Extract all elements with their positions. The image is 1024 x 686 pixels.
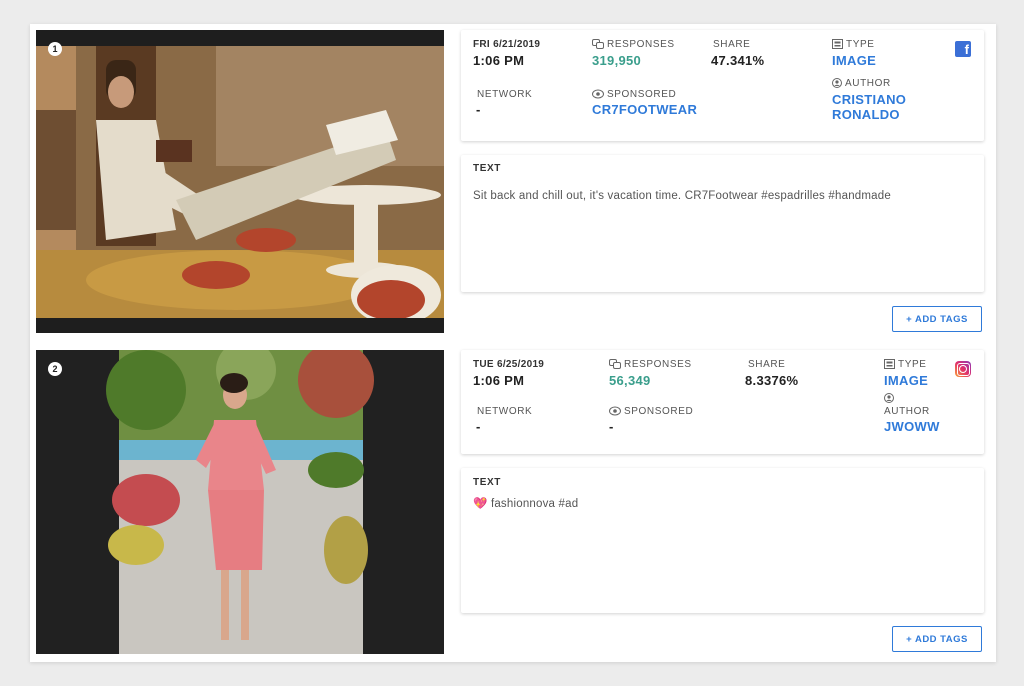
type-label: TYPE — [832, 39, 875, 50]
type-label: TYPE — [884, 359, 927, 370]
add-tags-button[interactable]: + ADD TAGS — [892, 306, 982, 332]
add-tags-button[interactable]: + ADD TAGS — [892, 626, 982, 652]
post-image[interactable]: 2 — [36, 350, 444, 654]
post-stats-card: FRI 6/21/2019 1:06 PM RESPONSES 319,950 … — [461, 30, 984, 141]
heart-emoji: 💖 — [473, 498, 488, 510]
image-type-icon — [884, 359, 895, 369]
author-icon — [884, 393, 894, 403]
author-label: AUTHOR — [884, 406, 930, 417]
post-photo — [36, 30, 444, 333]
author-value-line1[interactable]: JWOWW — [884, 419, 940, 434]
responses-value: 319,950 — [592, 53, 642, 68]
text-label: TEXT — [473, 477, 501, 488]
network-value: - — [476, 102, 481, 117]
post-time: 1:06 PM — [473, 53, 525, 68]
author-value-line2[interactable]: RONALDO — [832, 107, 900, 122]
share-value: 8.3376% — [745, 373, 799, 388]
post-date: TUE 6/25/2019 — [473, 359, 545, 370]
post-text-card: TEXT Sit back and chill out, it's vacati… — [461, 155, 984, 292]
sponsored-label: SPONSORED — [592, 89, 676, 100]
network-value: - — [476, 419, 481, 434]
responses-icon — [592, 39, 604, 49]
post-stats-card: TUE 6/25/2019 1:06 PM RESPONSES 56,349 S… — [461, 350, 984, 454]
post-date: FRI 6/21/2019 — [473, 39, 541, 50]
sponsored-value: - — [609, 419, 614, 434]
responses-label: RESPONSES — [609, 359, 692, 370]
responses-label: RESPONSES — [592, 39, 675, 50]
type-value[interactable]: IMAGE — [884, 373, 928, 388]
facebook-icon[interactable]: f — [955, 41, 971, 57]
post-text: 💖 fashionnova #ad — [473, 498, 579, 510]
responses-icon — [609, 359, 621, 369]
author-icon — [832, 78, 842, 88]
author-value-line1[interactable]: CRISTIANO — [832, 92, 906, 107]
network-label: NETWORK — [477, 89, 533, 100]
post-image[interactable]: 1 — [36, 30, 444, 333]
share-label: SHARE — [713, 39, 751, 50]
post-photo — [36, 350, 444, 654]
instagram-icon[interactable] — [955, 361, 971, 377]
sponsored-icon — [609, 406, 621, 416]
network-label: NETWORK — [477, 406, 533, 417]
post-index-badge: 2 — [48, 362, 62, 376]
share-value: 47.341% — [711, 53, 765, 68]
sponsored-value[interactable]: CR7FOOTWEAR — [592, 102, 697, 117]
sponsored-icon — [592, 89, 604, 99]
type-value[interactable]: IMAGE — [832, 53, 876, 68]
share-label: SHARE — [748, 359, 786, 370]
post-time: 1:06 PM — [473, 373, 525, 388]
post-index-badge: 1 — [48, 42, 62, 56]
posts-panel: 1 FRI 6/21/2019 1:06 PM RESPONSES 319,95… — [30, 24, 996, 662]
post-text-card: TEXT 💖 fashionnova #ad — [461, 468, 984, 613]
post-text: Sit back and chill out, it's vacation ti… — [473, 190, 891, 202]
text-label: TEXT — [473, 163, 501, 174]
image-type-icon — [832, 39, 843, 49]
sponsored-label: SPONSORED — [609, 406, 693, 417]
responses-value: 56,349 — [609, 373, 651, 388]
author-label: AUTHOR — [832, 78, 891, 89]
